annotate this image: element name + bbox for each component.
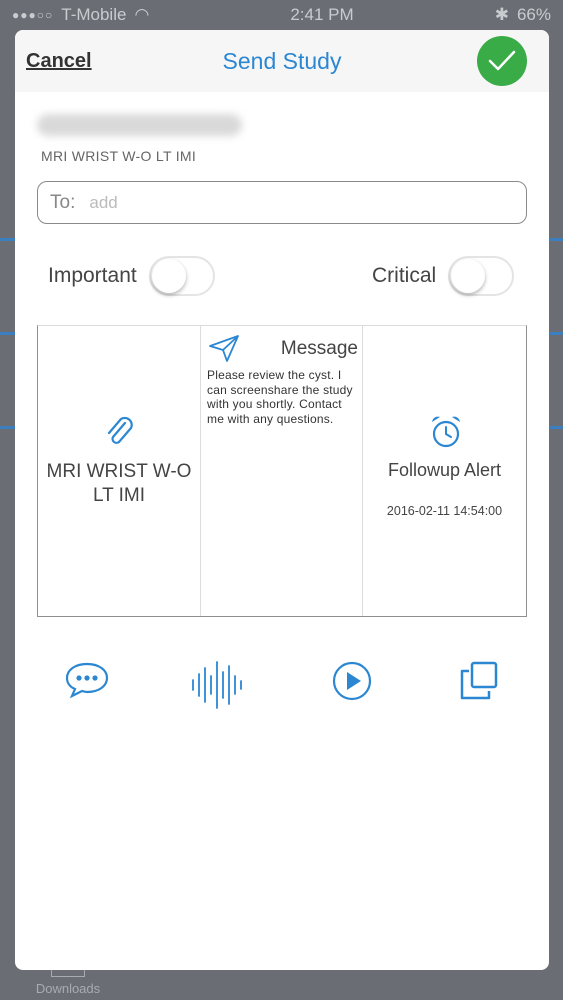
bg-divider xyxy=(547,332,563,335)
bg-divider xyxy=(547,426,563,429)
audio-waveform-icon xyxy=(192,661,242,709)
important-switch[interactable] xyxy=(148,256,215,296)
carrier-label: T-Mobile xyxy=(61,5,127,24)
send-study-modal: Cancel Send Study MRI WRIST W-O LT IMI T… xyxy=(15,30,549,970)
critical-switch-knob xyxy=(451,259,486,293)
recipient-field[interactable]: To: xyxy=(37,181,527,224)
send-arrow-icon xyxy=(209,335,239,362)
followup-alert-datetime: 2016-02-11 14:54:00 xyxy=(386,504,503,518)
page-title: Send Study xyxy=(222,48,342,74)
critical-switch[interactable] xyxy=(448,256,515,296)
duplicate-icon xyxy=(460,661,498,700)
paperclip-icon xyxy=(107,416,133,444)
study-detail-panel: MRI WRIST W-O LT IMI Message Please revi… xyxy=(37,325,527,617)
chat-bubble-icon xyxy=(65,662,109,699)
play-button[interactable] xyxy=(331,660,373,707)
message-title: Message xyxy=(280,338,358,359)
bg-divider xyxy=(547,238,563,241)
duplicate-button[interactable] xyxy=(458,660,500,707)
attachment-label: MRI WRIST W-O LT IMI xyxy=(46,461,192,506)
wifi-icon: ◠ xyxy=(134,5,150,24)
followup-alert-cell[interactable]: Followup Alert 2016-02-11 14:54:00 xyxy=(363,326,526,616)
bg-divider xyxy=(0,426,16,429)
nav-bar: Cancel Send Study xyxy=(15,30,549,92)
play-icon xyxy=(332,661,372,701)
critical-toggle-row: Critical xyxy=(372,256,515,296)
recipient-input[interactable] xyxy=(89,192,470,213)
signal-icon: ●●●○○ xyxy=(12,8,54,22)
clock-label: 2:41 PM xyxy=(290,5,354,24)
audio-button[interactable] xyxy=(189,660,245,715)
alarm-clock-icon xyxy=(432,416,460,448)
patient-name-redacted xyxy=(37,114,242,136)
important-toggle-row: Important xyxy=(48,256,215,296)
message-body: Please review the cyst. I can screenshar… xyxy=(207,368,353,426)
send-confirm-button[interactable] xyxy=(477,36,527,86)
followup-alert-label: Followup Alert xyxy=(387,460,502,480)
critical-label: Critical xyxy=(372,264,437,287)
bluetooth-icon: ✱ xyxy=(494,5,509,24)
message-cell[interactable]: Message Please review the cyst. I can sc… xyxy=(201,326,363,616)
action-toolbar xyxy=(15,660,549,710)
bg-divider xyxy=(0,332,16,335)
bg-divider xyxy=(0,238,16,241)
study-description: MRI WRIST W-O LT IMI xyxy=(41,148,197,164)
chat-button[interactable] xyxy=(64,660,110,705)
status-bar: ●●●○○ T-Mobile ◠ 2:41 PM ✱ 66% xyxy=(0,0,563,30)
important-switch-knob xyxy=(151,259,186,293)
tab-downloads-label: Downloads xyxy=(35,981,101,996)
battery-label: 66% xyxy=(516,5,551,24)
checkmark-icon xyxy=(488,50,516,71)
attachment-cell[interactable]: MRI WRIST W-O LT IMI xyxy=(38,326,201,616)
important-label: Important xyxy=(48,264,137,287)
recipient-label: To: xyxy=(50,191,76,213)
